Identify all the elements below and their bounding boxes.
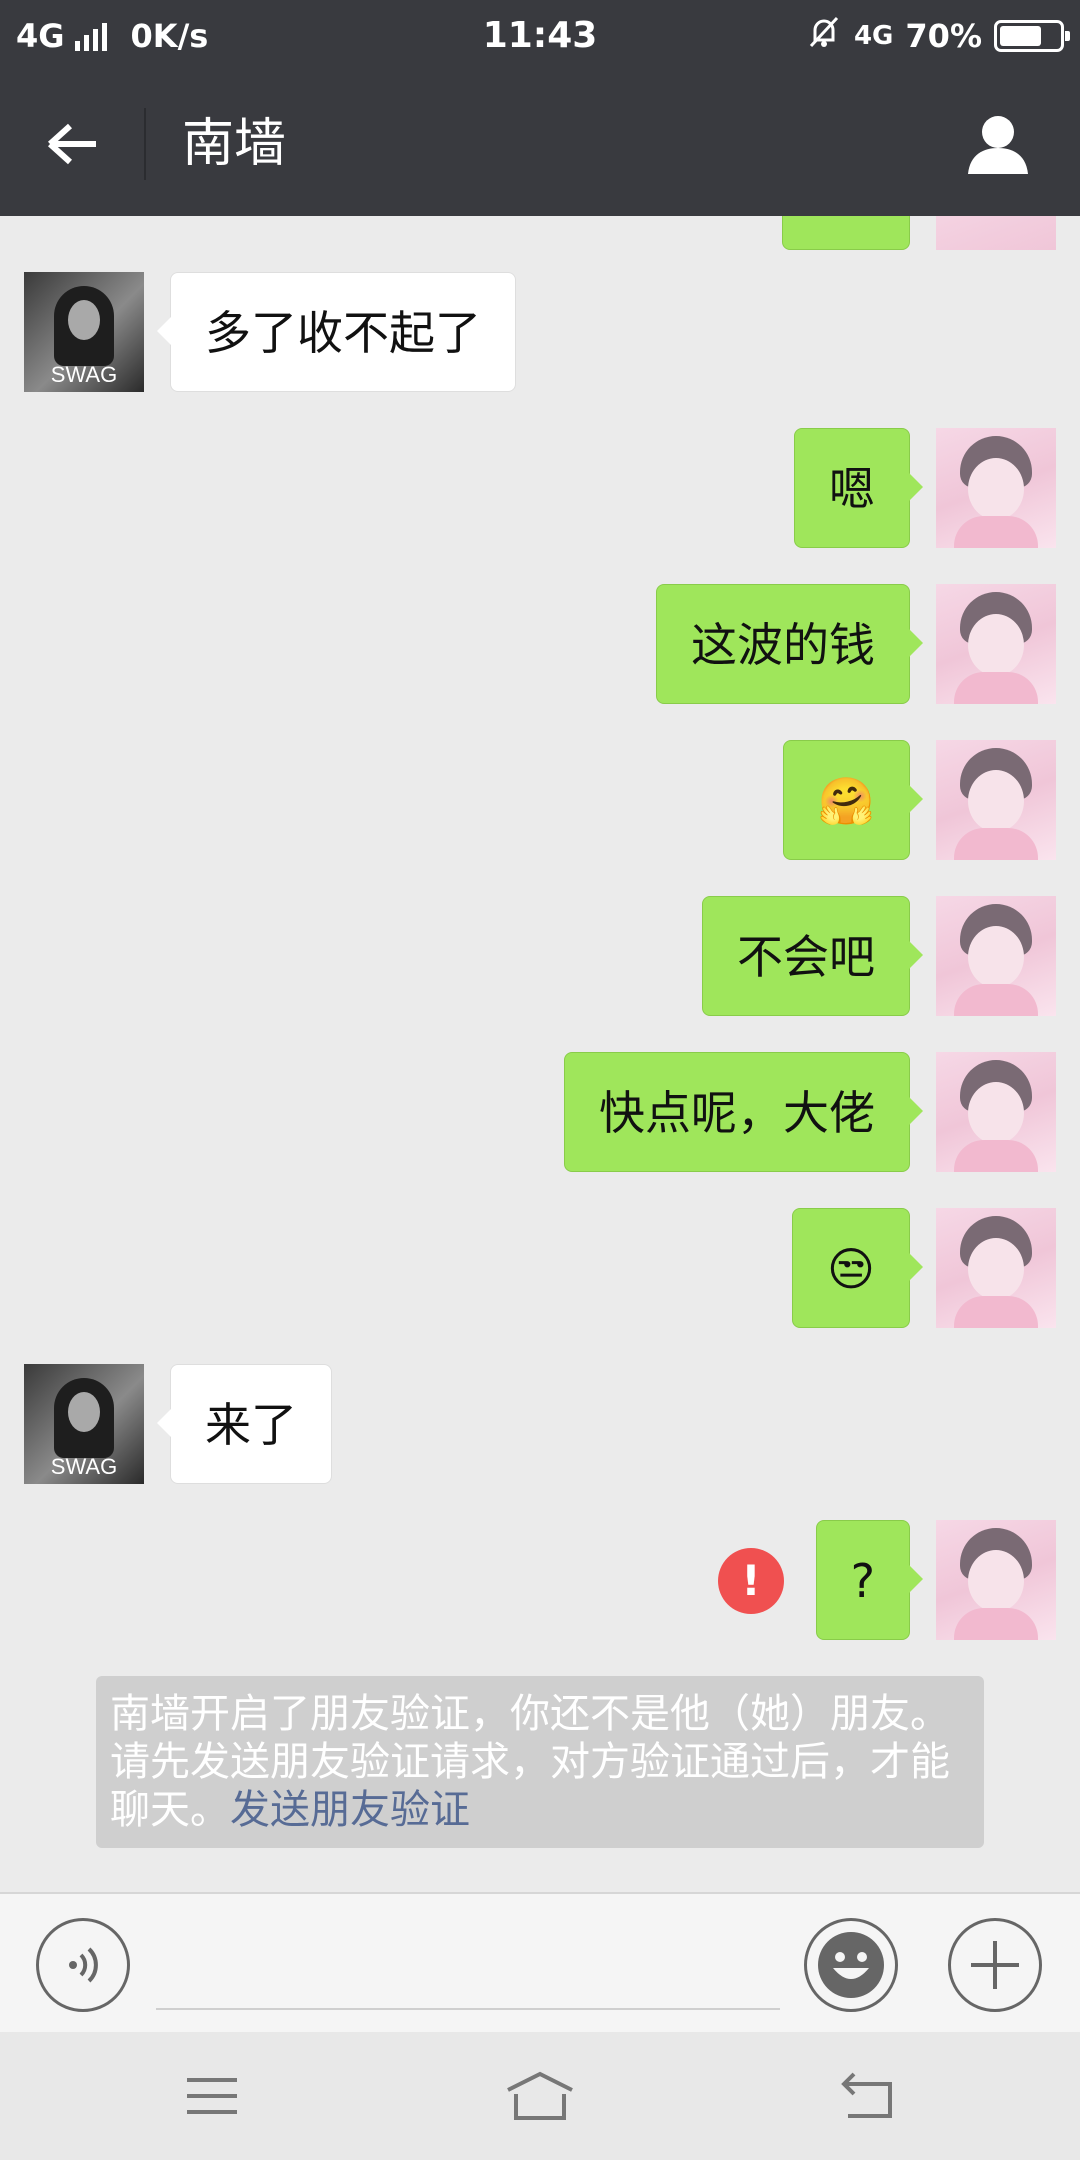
my-avatar[interactable]: [936, 584, 1056, 704]
message-row: 😒: [0, 1208, 1080, 1328]
my-avatar[interactable]: [936, 1052, 1056, 1172]
my-avatar[interactable]: [936, 740, 1056, 860]
input-bar: [0, 1892, 1080, 2032]
home-icon: [507, 2071, 573, 2120]
message-list[interactable]: SWAG 多了收不起了 嗯 这波的钱 🤗 不会吧 快点呢，大佬 😒 SWAG 来…: [0, 216, 1080, 1892]
my-avatar[interactable]: [936, 896, 1056, 1016]
message-row: SWAG 来了: [0, 1364, 1080, 1484]
system-back-button[interactable]: [826, 2054, 910, 2138]
mute-icon: [806, 14, 842, 58]
message-row: 不会吧: [0, 896, 1080, 1016]
more-button[interactable]: [948, 1918, 1042, 2012]
send-failed-icon[interactable]: !: [718, 1548, 784, 1614]
partial-bubble: [782, 216, 910, 250]
send-verification-link[interactable]: 发送朋友验证: [230, 1787, 470, 1833]
message-bubble[interactable]: 😒: [792, 1208, 923, 1328]
message-row: ! ?: [0, 1520, 1080, 1640]
message-bubble[interactable]: 不会吧: [702, 896, 923, 1016]
my-avatar[interactable]: [936, 428, 1056, 548]
arrow-left-icon: [47, 123, 96, 165]
message-bubble[interactable]: 🤗: [782, 740, 924, 860]
page-title: 南墙: [182, 114, 287, 174]
return-icon: [841, 2072, 892, 2118]
partial-avatar: [936, 216, 1056, 250]
system-nav-bar: [0, 2032, 1080, 2160]
status-right: 4G 70%: [806, 0, 1070, 72]
message-bubble[interactable]: 嗯: [794, 428, 923, 548]
battery-icon: [994, 20, 1070, 52]
message-bubble[interactable]: 这波的钱: [656, 584, 923, 704]
back-button[interactable]: [30, 102, 114, 186]
plus-icon: [971, 1941, 1019, 1989]
message-row: 🤗: [0, 740, 1080, 860]
voice-button[interactable]: [36, 1918, 130, 2012]
status-bar: 4G 0K/s 11:43 4G 70%: [0, 0, 1080, 72]
avatar-caption: SWAG: [50, 1454, 118, 1479]
message-bubble[interactable]: ?: [815, 1520, 924, 1640]
smiley-icon: [818, 1932, 884, 1998]
home-button[interactable]: [498, 2054, 582, 2138]
contact-avatar[interactable]: SWAG: [24, 272, 144, 392]
battery-percent: 70%: [905, 17, 982, 55]
message-row: SWAG 多了收不起了: [0, 272, 1080, 392]
my-avatar[interactable]: [936, 1520, 1056, 1640]
avatar-caption: SWAG: [50, 362, 118, 387]
my-avatar[interactable]: [936, 1208, 1056, 1328]
chat-info-button[interactable]: [956, 102, 1040, 186]
title-bar: 南墙: [0, 72, 1080, 216]
emoji-button[interactable]: [804, 1918, 898, 2012]
message-row: 这波的钱: [0, 584, 1080, 704]
message-input[interactable]: [156, 1924, 780, 2004]
menu-button[interactable]: [170, 2054, 254, 2138]
menu-icon: [187, 2078, 237, 2114]
message-bubble[interactable]: 多了收不起了: [157, 272, 516, 392]
message-bubble[interactable]: 来了: [157, 1364, 332, 1484]
voice-icon: [69, 1947, 98, 1983]
system-notice: 南墙开启了朋友验证，你还不是他（她）朋友。请先发送朋友验证请求，对方验证通过后，…: [96, 1676, 984, 1848]
network-type-right: 4G: [853, 21, 894, 51]
message-row: 嗯: [0, 428, 1080, 548]
person-icon: [968, 116, 1028, 174]
message-row: 快点呢，大佬: [0, 1052, 1080, 1172]
header-divider: [144, 108, 146, 180]
message-bubble[interactable]: 快点呢，大佬: [564, 1052, 923, 1172]
input-underline: [156, 2008, 780, 2010]
contact-avatar[interactable]: SWAG: [24, 1364, 144, 1484]
